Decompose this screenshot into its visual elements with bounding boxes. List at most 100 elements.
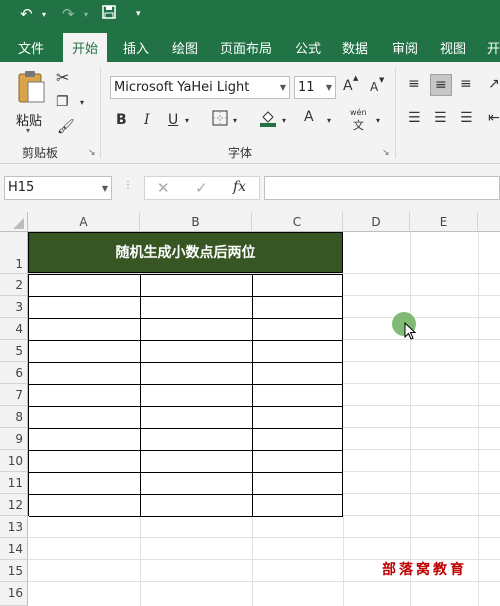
font-name-select[interactable]: Microsoft YaHei Light ▼	[110, 76, 290, 99]
save-icon[interactable]	[102, 5, 116, 23]
cell-c7[interactable]	[253, 385, 343, 407]
table-title-cell[interactable]: 随机生成小数点后两位	[28, 232, 343, 273]
enter-icon[interactable]: ✓	[195, 179, 208, 197]
row-header-3[interactable]: 3	[0, 296, 28, 318]
column-header-a[interactable]: A	[28, 212, 140, 232]
phonetic-dropdown-icon[interactable]: ▾	[376, 116, 380, 125]
row-header-16[interactable]: 16	[0, 582, 28, 606]
decrease-indent-icon[interactable]: ⇤	[488, 110, 500, 126]
cell-c5[interactable]	[253, 341, 343, 363]
cell-a2[interactable]	[29, 275, 141, 297]
phonetic-guide-button[interactable]: wén 文	[350, 108, 372, 132]
align-right-icon[interactable]: ☰	[460, 110, 473, 126]
cell-a7[interactable]	[29, 385, 141, 407]
insert-function-icon[interactable]: fx	[233, 179, 246, 195]
format-painter-icon[interactable]: 🖌	[57, 119, 75, 135]
cell-a11[interactable]	[29, 473, 141, 495]
increase-font-size-icon[interactable]: A	[343, 78, 353, 94]
cell-c11[interactable]	[253, 473, 343, 495]
row-header-5[interactable]: 5	[0, 340, 28, 362]
cancel-icon[interactable]: ✕	[157, 179, 170, 197]
tab-data[interactable]: 数据	[342, 38, 368, 57]
select-all-button[interactable]	[0, 212, 28, 232]
tab-developer[interactable]: 开	[487, 38, 500, 57]
column-header-b[interactable]: B	[140, 212, 252, 232]
borders-dropdown-icon[interactable]: ▾	[233, 116, 237, 125]
column-header-d[interactable]: D	[343, 212, 410, 232]
paste-dropdown-icon[interactable]: ▾	[26, 126, 30, 135]
column-header-c[interactable]: C	[252, 212, 343, 232]
font-color-icon[interactable]: A	[304, 109, 314, 125]
row-header-13[interactable]: 13	[0, 516, 28, 538]
paste-button[interactable]: 粘贴 ▾	[14, 70, 48, 135]
copy-icon[interactable]: ❐	[56, 94, 69, 110]
font-size-select[interactable]: 11 ▼	[294, 76, 336, 99]
name-box[interactable]: H15 ▼	[4, 176, 112, 200]
cell-c6[interactable]	[253, 363, 343, 385]
cell-b5[interactable]	[141, 341, 253, 363]
cell-b8[interactable]	[141, 407, 253, 429]
row-header-10[interactable]: 10	[0, 450, 28, 472]
tab-home[interactable]: 开始	[63, 33, 108, 62]
cell-c9[interactable]	[253, 429, 343, 451]
tab-page-layout[interactable]: 页面布局	[220, 38, 272, 57]
redo-dropdown-icon[interactable]: ▾	[84, 10, 88, 19]
cell-b6[interactable]	[141, 363, 253, 385]
cell-c12[interactable]	[253, 495, 343, 517]
underline-button[interactable]: U	[168, 112, 178, 128]
bold-button[interactable]: B	[116, 112, 127, 128]
cut-icon[interactable]: ✂	[56, 68, 69, 87]
worksheet-grid[interactable]: A B C D E 1 2 3 4 5 6 7 8 9 10 11 12 13 …	[0, 212, 500, 606]
column-header-f[interactable]	[478, 212, 500, 232]
font-launcher-icon[interactable]: ↘	[382, 148, 390, 158]
cell-b9[interactable]	[141, 429, 253, 451]
formula-input[interactable]	[264, 176, 500, 200]
column-header-e[interactable]: E	[410, 212, 478, 232]
cell-c8[interactable]	[253, 407, 343, 429]
align-left-icon[interactable]: ☰	[408, 110, 421, 126]
decrease-font-size-icon[interactable]: A	[370, 80, 378, 94]
tab-view[interactable]: 视图	[440, 38, 466, 57]
redo-icon[interactable]: ↷	[62, 5, 75, 23]
fill-color-dropdown-icon[interactable]: ▾	[282, 116, 286, 125]
cell-b10[interactable]	[141, 451, 253, 473]
tab-file[interactable]: 文件	[18, 38, 44, 57]
clipboard-launcher-icon[interactable]: ↘	[88, 148, 96, 158]
cell-a4[interactable]	[29, 319, 141, 341]
align-middle-icon[interactable]: ≡	[430, 74, 452, 96]
tab-draw[interactable]: 绘图	[172, 38, 198, 57]
customize-qat-icon[interactable]: ▾	[136, 9, 141, 19]
undo-icon[interactable]: ↶	[20, 5, 33, 23]
row-header-8[interactable]: 8	[0, 406, 28, 428]
row-header-11[interactable]: 11	[0, 472, 28, 494]
borders-icon[interactable]	[212, 110, 228, 130]
cell-a10[interactable]	[29, 451, 141, 473]
align-bottom-icon[interactable]: ≡	[460, 76, 472, 92]
cell-a12[interactable]	[29, 495, 141, 517]
cell-c3[interactable]	[253, 297, 343, 319]
cell-b2[interactable]	[141, 275, 253, 297]
font-size-dropdown-icon[interactable]: ▼	[326, 77, 332, 98]
italic-button[interactable]: I	[144, 112, 150, 128]
name-box-dropdown-icon[interactable]: ▼	[102, 178, 108, 200]
row-header-6[interactable]: 6	[0, 362, 28, 384]
cell-b4[interactable]	[141, 319, 253, 341]
cell-a5[interactable]	[29, 341, 141, 363]
row-header-1[interactable]: 1	[0, 232, 28, 274]
row-header-4[interactable]: 4	[0, 318, 28, 340]
cell-c4[interactable]	[253, 319, 343, 341]
tab-formulas[interactable]: 公式	[295, 38, 321, 57]
fill-color-icon[interactable]	[258, 108, 278, 132]
row-header-15[interactable]: 15	[0, 560, 28, 582]
cell-b7[interactable]	[141, 385, 253, 407]
cell-b11[interactable]	[141, 473, 253, 495]
font-name-dropdown-icon[interactable]: ▼	[280, 77, 286, 98]
row-header-7[interactable]: 7	[0, 384, 28, 406]
cell-a9[interactable]	[29, 429, 141, 451]
cell-c10[interactable]	[253, 451, 343, 473]
font-color-dropdown-icon[interactable]: ▾	[327, 116, 331, 125]
row-header-9[interactable]: 9	[0, 428, 28, 450]
row-header-2[interactable]: 2	[0, 274, 28, 296]
cell-b3[interactable]	[141, 297, 253, 319]
cell-c2[interactable]	[253, 275, 343, 297]
